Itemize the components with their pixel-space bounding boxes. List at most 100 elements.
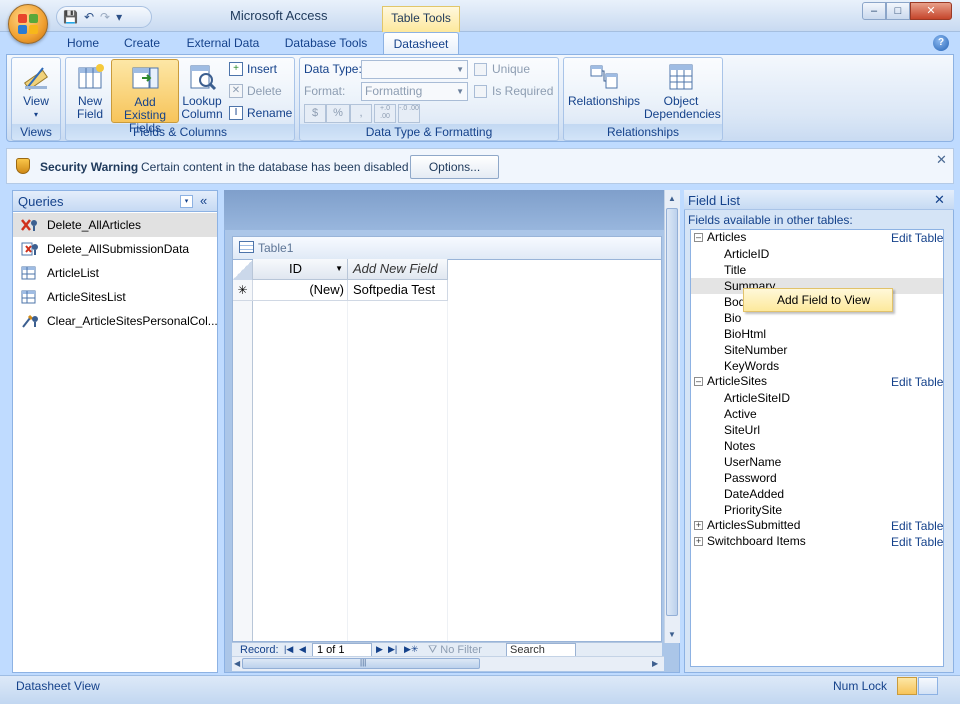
relationships-button[interactable]: Relationships — [566, 62, 642, 108]
edit-table-link[interactable]: Edit Table — [891, 535, 943, 549]
new-record-icon[interactable]: ▶✳ — [404, 644, 418, 655]
object-dependencies-button[interactable]: Object Dependencies — [644, 62, 721, 121]
field-item[interactable]: DateAdded — [724, 486, 784, 502]
column-header-id[interactable]: ID ▼ — [253, 259, 348, 280]
field-list-subtitle: Fields available in other tables: — [688, 213, 853, 227]
scroll-up-icon[interactable]: ▲ — [668, 194, 676, 203]
table-node-articlessubmitted[interactable]: + ArticlesSubmitted — [694, 517, 800, 533]
format-combo[interactable]: Formatting ▼ — [361, 82, 468, 101]
tab-home[interactable]: Home — [60, 32, 106, 54]
new-record-marker[interactable]: ✳ — [233, 280, 253, 301]
datasheet-view-icon[interactable] — [897, 677, 917, 695]
security-close-icon[interactable]: ✕ — [936, 152, 947, 168]
field-item[interactable]: KeyWords — [724, 358, 779, 374]
tab-database-tools[interactable]: Database Tools — [280, 32, 372, 54]
field-item[interactable]: Active — [724, 406, 757, 422]
lookup-column-button[interactable]: Lookup Column — [180, 62, 224, 121]
next-record-icon[interactable]: ▶ — [376, 644, 383, 655]
table-node-articles[interactable]: – Articles — [694, 229, 746, 245]
field-item[interactable]: Bio — [724, 310, 741, 326]
nav-item-query[interactable]: ArticleList — [13, 261, 217, 285]
add-existing-fields-button[interactable]: Add Existing Fields — [111, 59, 179, 135]
options-button[interactable]: Options... — [410, 155, 499, 179]
first-record-icon[interactable]: |◀ — [284, 644, 293, 655]
security-warning-title: Security Warning — [40, 160, 139, 174]
column-header-add-new-field[interactable]: Add New Field — [348, 259, 448, 280]
field-item[interactable]: ArticleSiteID — [724, 390, 790, 406]
document-tab-table1[interactable] — [232, 236, 662, 260]
search-input[interactable]: Search — [506, 643, 576, 656]
select-all-corner[interactable] — [233, 260, 253, 280]
group-label-fields-columns: Fields & Columns — [66, 124, 294, 140]
scroll-left-icon[interactable]: ◀ — [234, 659, 240, 668]
expand-icon[interactable]: + — [694, 536, 703, 546]
edit-table-link[interactable]: Edit Table — [891, 519, 943, 533]
collapse-pane-icon[interactable]: « — [200, 193, 207, 208]
format-label: Format: — [304, 84, 346, 98]
delete-column-icon: ✕ — [229, 84, 243, 98]
field-item[interactable]: Password — [724, 470, 777, 486]
minimize-button[interactable]: – — [862, 2, 886, 20]
scroll-down-icon[interactable]: ▼ — [668, 630, 676, 639]
field-item[interactable]: UserName — [724, 454, 781, 470]
cell-id-new[interactable]: (New) — [253, 280, 348, 301]
field-item[interactable]: PrioritySite — [724, 502, 782, 518]
redo-icon[interactable]: ↷ — [100, 10, 110, 24]
view-button[interactable]: View ▾ — [15, 62, 57, 121]
delete-column-button[interactable]: ✕ Delete — [229, 84, 282, 98]
edit-table-link[interactable]: Edit Table — [891, 375, 943, 389]
tab-external-data[interactable]: External Data — [182, 32, 264, 54]
table-node-switchboard-items[interactable]: + Switchboard Items — [694, 533, 806, 549]
table-node-articlesites[interactable]: – ArticleSites — [694, 373, 767, 389]
table-node-label: ArticleSites — [707, 374, 768, 388]
unique-checkbox[interactable]: Unique — [474, 62, 530, 77]
field-item[interactable]: BioHtml — [724, 326, 766, 342]
percent-format-button[interactable]: % — [326, 104, 350, 123]
decrease-decimals-button[interactable]: -.0 .00 — [398, 104, 420, 123]
chevron-down-icon[interactable]: ▾ — [180, 195, 193, 208]
new-field-button[interactable]: New Field — [70, 62, 110, 121]
rename-column-icon: I — [229, 106, 243, 120]
currency-format-button[interactable]: $ — [304, 104, 326, 123]
office-button[interactable] — [8, 4, 48, 44]
data-type-combo[interactable]: ▼ — [361, 60, 468, 79]
comma-format-button[interactable]: , — [350, 104, 372, 123]
rename-column-button[interactable]: I Rename — [229, 106, 292, 120]
close-button[interactable]: ✕ — [910, 2, 952, 20]
collapse-icon[interactable]: – — [694, 232, 703, 242]
nav-item-query[interactable]: Delete_AllArticles — [13, 213, 217, 237]
is-required-checkbox[interactable]: Is Required — [474, 84, 553, 99]
last-record-icon[interactable]: ▶| — [388, 644, 397, 655]
save-icon[interactable]: 💾 — [63, 10, 78, 24]
tab-create[interactable]: Create — [118, 32, 166, 54]
previous-record-icon[interactable]: ◀ — [299, 644, 306, 655]
cell-add-new-field[interactable]: Softpedia Test — [348, 280, 448, 301]
add-field-to-view-tooltip[interactable]: Add Field to View — [743, 288, 893, 312]
help-icon[interactable]: ? — [933, 35, 949, 51]
nav-item-query[interactable]: Delete_AllSubmissionData — [13, 237, 217, 261]
field-item[interactable]: SiteUrl — [724, 422, 760, 438]
expand-icon[interactable]: + — [694, 520, 703, 530]
field-item[interactable]: ArticleID — [724, 246, 769, 262]
chevron-down-icon[interactable]: ▼ — [335, 259, 343, 279]
edit-table-link[interactable]: Edit Table — [891, 231, 943, 245]
qat-customize-icon[interactable]: ▾ — [116, 10, 122, 24]
tab-datasheet[interactable]: Datasheet — [383, 32, 459, 54]
close-icon[interactable]: ✕ — [934, 192, 945, 208]
field-item[interactable]: SiteNumber — [724, 342, 787, 358]
field-item[interactable]: Title — [724, 262, 746, 278]
increase-decimals-button[interactable]: +.0 .00 — [374, 104, 396, 123]
field-item[interactable]: Notes — [724, 438, 755, 454]
vertical-scroll-thumb[interactable] — [666, 208, 678, 616]
scroll-right-icon[interactable]: ▶ — [652, 659, 658, 668]
design-view-icon[interactable] — [918, 677, 938, 695]
insert-column-button[interactable]: + Insert — [229, 62, 277, 76]
grid-lines — [253, 301, 661, 641]
nav-item-query[interactable]: ArticleSitesList — [13, 285, 217, 309]
nav-item-query[interactable]: Clear_ArticleSitesPersonalCol... — [13, 309, 218, 333]
no-filter-button[interactable]: ⛛ No Filter — [428, 644, 482, 656]
record-position-field[interactable]: 1 of 1 — [312, 643, 372, 656]
maximize-button[interactable]: □ — [886, 2, 910, 20]
undo-icon[interactable]: ↶ — [84, 10, 94, 24]
collapse-icon[interactable]: – — [694, 376, 703, 386]
